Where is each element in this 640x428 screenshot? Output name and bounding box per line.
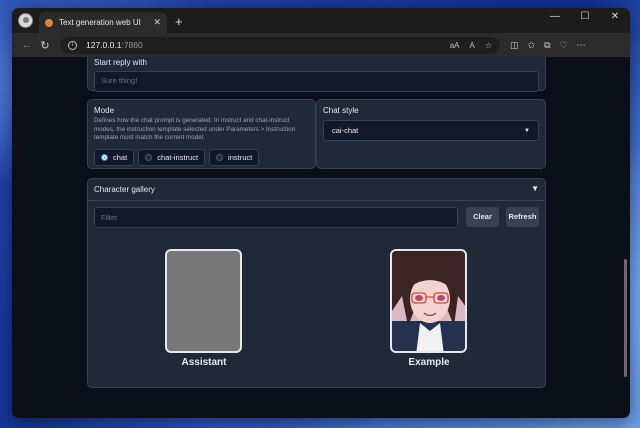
chat-style-value: cai-chat bbox=[332, 126, 359, 135]
address-bar[interactable]: i 127.0.0.1:7860 aA A ☆ bbox=[60, 36, 500, 54]
mode-label: Mode bbox=[94, 106, 115, 115]
radio-chat[interactable]: chat bbox=[94, 148, 135, 166]
character-name-assistant[interactable]: Assistant bbox=[154, 357, 254, 368]
mode-description: Defines how the chat prompt is generated… bbox=[94, 117, 296, 141]
start-reply-input[interactable]: Sure thing! bbox=[94, 71, 539, 92]
chat-style-label: Chat style bbox=[323, 106, 359, 115]
read-aloud-icon[interactable]: aA bbox=[450, 41, 460, 50]
page-scrollbar[interactable] bbox=[624, 61, 628, 411]
extensions-icon[interactable]: ♡ bbox=[560, 40, 568, 51]
tab-close-icon[interactable]: ✕ bbox=[153, 17, 161, 28]
collections-icon[interactable]: ⧉ bbox=[544, 40, 550, 51]
close-window-button[interactable]: ✕ bbox=[600, 8, 630, 26]
back-icon[interactable]: ← bbox=[18, 39, 36, 51]
info-icon[interactable]: i bbox=[68, 40, 77, 50]
start-reply-panel: Start reply with Sure thing! bbox=[87, 57, 546, 92]
radio-chat-label: chat bbox=[113, 152, 128, 162]
url-host: 127.0.0.1 bbox=[86, 40, 122, 50]
start-reply-label: Start reply with bbox=[94, 58, 147, 67]
scrollbar-thumb[interactable] bbox=[624, 259, 627, 377]
refresh-button[interactable]: Refresh bbox=[506, 207, 539, 227]
divider bbox=[88, 200, 545, 201]
radio-chat-instruct[interactable]: chat-instruct bbox=[138, 148, 206, 166]
url-port: :7860 bbox=[121, 40, 143, 50]
text-size-icon[interactable]: A bbox=[469, 41, 474, 50]
chevron-down-icon: ▼ bbox=[524, 127, 530, 134]
character-gallery-label: Character gallery bbox=[94, 185, 155, 194]
window-controls: — ☐ ✕ bbox=[540, 8, 630, 26]
split-screen-icon[interactable]: ◫ bbox=[510, 40, 519, 51]
profile-avatar[interactable] bbox=[18, 13, 33, 28]
chat-style-panel: Chat style cai-chat ▼ bbox=[316, 99, 546, 169]
character-portrait-image bbox=[392, 251, 465, 351]
radio-chat-instruct-label: chat-instruct bbox=[157, 152, 199, 162]
chat-style-dropdown[interactable]: cai-chat ▼ bbox=[323, 120, 539, 141]
character-card-assistant[interactable] bbox=[165, 249, 242, 353]
refresh-icon[interactable]: ↻ bbox=[36, 39, 54, 52]
browser-window: Text generation web UI ✕ + — ☐ ✕ ← ↻ i 1… bbox=[12, 8, 630, 418]
mode-radio-group: chat chat-instruct instruct bbox=[94, 148, 309, 166]
radio-instruct[interactable]: instruct bbox=[209, 148, 260, 166]
radio-dot-selected bbox=[101, 153, 108, 161]
character-card-example[interactable] bbox=[390, 249, 467, 353]
favicon-icon bbox=[45, 18, 53, 27]
filter-input[interactable]: Filter bbox=[94, 207, 458, 228]
web-page: Start reply with Sure thing! Mode Define… bbox=[12, 57, 630, 418]
radio-dot bbox=[216, 153, 224, 161]
favorites-icon[interactable]: ✩ bbox=[528, 40, 536, 51]
character-name-example[interactable]: Example bbox=[379, 357, 479, 368]
favorite-icon[interactable]: ☆ bbox=[485, 41, 492, 50]
mode-panel: Mode Defines how the chat prompt is gene… bbox=[87, 99, 316, 169]
collapse-toggle-icon[interactable]: ▼ bbox=[531, 184, 539, 193]
tab-title: Text generation web UI bbox=[59, 18, 141, 27]
radio-dot bbox=[145, 153, 153, 161]
radio-instruct-label: instruct bbox=[228, 152, 253, 162]
new-tab-button[interactable]: + bbox=[175, 14, 183, 29]
minimize-button[interactable]: — bbox=[540, 8, 570, 26]
browser-tab[interactable]: Text generation web UI ✕ bbox=[39, 12, 167, 33]
clear-button[interactable]: Clear bbox=[466, 207, 499, 227]
character-gallery-panel: Character gallery ▼ Filter Clear Refresh… bbox=[87, 178, 546, 388]
maximize-button[interactable]: ☐ bbox=[570, 8, 600, 26]
browser-toolbar: ← ↻ i 127.0.0.1:7860 aA A ☆ ◫ ✩ ⧉ ♡ ⋯ bbox=[12, 33, 630, 57]
tab-strip: Text generation web UI ✕ + — ☐ ✕ bbox=[12, 8, 630, 33]
more-icon[interactable]: ⋯ bbox=[577, 40, 586, 51]
